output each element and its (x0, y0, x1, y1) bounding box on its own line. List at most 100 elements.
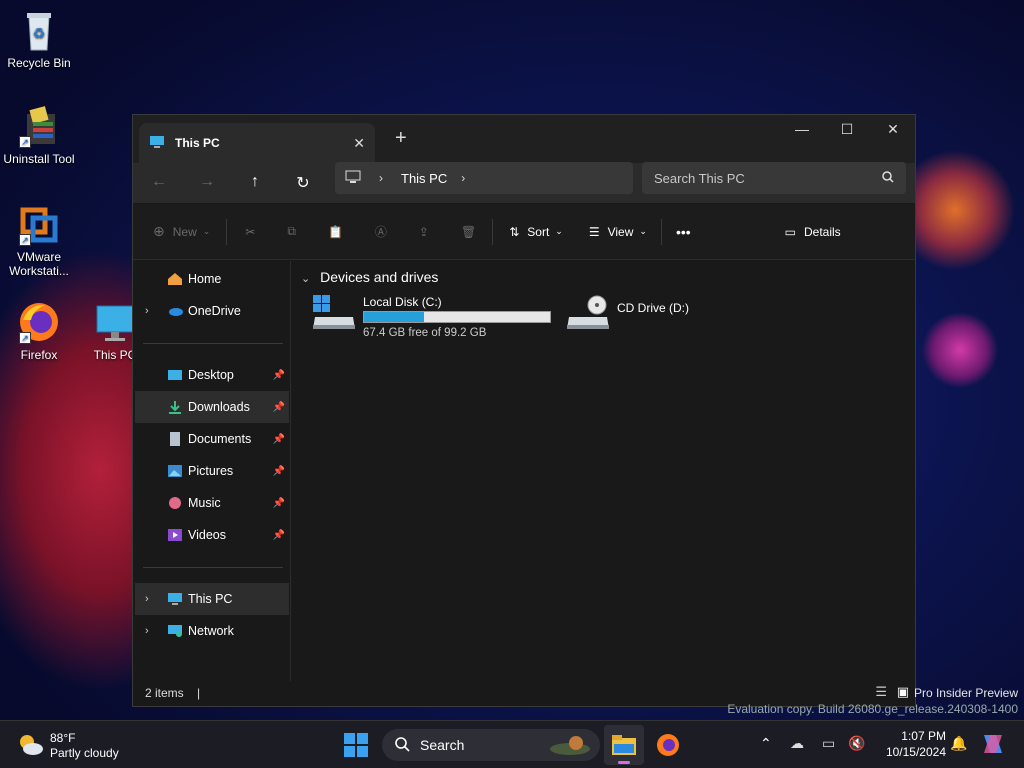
sort-button[interactable]: ⇅ Sort ⌄ (509, 225, 563, 239)
network-status-icon[interactable]: ▭ (822, 735, 835, 752)
file-explorer-window: This PC ✕ + — ☐ ✕ ← → ↑ ↻ › This PC › Se… (132, 114, 916, 707)
share-icon[interactable]: ⇪ (419, 225, 429, 239)
command-bar: ⊕ New ⌄ ✂ ⧉ 📋 Ⓐ ⇪ 🗑 ⇅ Sort ⌄ ☰ View ⌄ ••… (133, 204, 915, 260)
title-bar: This PC ✕ + — ☐ ✕ (133, 115, 915, 163)
close-tab-icon[interactable]: ✕ (353, 135, 365, 152)
onedrive-offline-icon[interactable]: ☁ (790, 735, 804, 752)
view-button[interactable]: ☰ View ⌄ (589, 225, 647, 239)
minimize-button[interactable]: — (787, 121, 817, 137)
sidebar-item-pictures[interactable]: Pictures 📌 (135, 455, 289, 487)
desktop-icon-firefox[interactable]: ↗ Firefox (0, 300, 78, 362)
details-view-icon[interactable]: ☰ (875, 684, 887, 700)
up-button[interactable]: ↑ (243, 173, 267, 191)
watermark-edition: Pro Insider Preview (913, 686, 1018, 700)
show-hidden-icons-chevron-icon[interactable]: ⌃ (760, 735, 772, 752)
start-button[interactable] (344, 733, 368, 760)
chevron-right-icon[interactable]: › (145, 305, 149, 317)
copy-icon[interactable]: ⧉ (287, 224, 296, 239)
copilot-icon[interactable] (980, 731, 1006, 760)
sidebar-item-documents[interactable]: Documents 📌 (135, 423, 289, 455)
desktop-icon-label: Firefox (20, 348, 58, 362)
monitor-icon (149, 135, 165, 152)
taskbar-search[interactable]: Search (382, 729, 600, 761)
chevron-right-icon[interactable]: › (145, 625, 149, 637)
sidebar-item-downloads[interactable]: Downloads 📌 (135, 391, 289, 423)
large-icons-view-icon[interactable]: ▣ (897, 684, 909, 700)
recycle-bin-icon: ♻ (17, 8, 61, 52)
sidebar-item-videos[interactable]: Videos 📌 (135, 519, 289, 551)
paste-icon[interactable]: 📋 (328, 225, 343, 239)
weather-widget[interactable]: 88°F Partly cloudy (16, 729, 136, 763)
pictures-icon (167, 464, 183, 478)
desktop-icon-uninstall-tool[interactable]: ↗ Uninstall Tool (0, 104, 78, 166)
pin-icon[interactable]: 📌 (273, 370, 285, 381)
sidebar-item-this-pc[interactable]: › This PC (135, 583, 289, 615)
desktop-icon-label: Uninstall Tool (3, 152, 75, 166)
drive-local-disk-c[interactable]: Local Disk (C:) 67.4 GB free of 99.2 GB (313, 295, 553, 343)
desktop-icon-label: VMware Workstati... (9, 250, 69, 278)
pin-icon[interactable]: 📌 (273, 530, 285, 541)
sidebar-item-network[interactable]: › Network (135, 615, 289, 647)
view-button-label: View (607, 224, 634, 239)
search-input[interactable]: Search This PC (654, 171, 882, 186)
this-pc-icon (167, 592, 183, 606)
cut-icon[interactable]: ✂ (245, 225, 255, 239)
svg-text:♻: ♻ (33, 25, 46, 41)
notification-bell-icon[interactable]: 🔔 (950, 735, 967, 752)
more-options-button[interactable]: ••• (676, 224, 691, 240)
details-button-label: Details (804, 224, 841, 239)
chevron-right-icon[interactable]: › (379, 171, 383, 185)
refresh-button[interactable]: ↻ (291, 173, 315, 193)
taskbar-file-explorer[interactable] (604, 725, 644, 765)
search-box[interactable]: Search This PC (642, 162, 906, 194)
network-icon (167, 624, 183, 638)
desktop-icon-vmware[interactable]: ↗ VMware Workstati... (0, 202, 78, 278)
taskbar-firefox[interactable] (656, 733, 680, 760)
pin-icon[interactable]: 📌 (273, 434, 285, 445)
chevron-down-icon[interactable]: ⌄ (301, 273, 310, 285)
volume-muted-icon[interactable]: 🔇 (848, 735, 865, 752)
sidebar-item-desktop[interactable]: Desktop 📌 (135, 359, 289, 391)
back-button[interactable]: ← (147, 173, 171, 191)
sidebar-item-onedrive[interactable]: › OneDrive (135, 295, 289, 327)
close-window-button[interactable]: ✕ (878, 121, 908, 138)
maximize-button[interactable]: ☐ (832, 121, 862, 138)
desktop-folder-icon (167, 368, 183, 382)
folder-icon (612, 735, 636, 755)
sidebar-item-music[interactable]: Music 📌 (135, 487, 289, 519)
new-button[interactable]: ⊕ New ⌄ (153, 223, 210, 240)
toolbar-divider (492, 218, 494, 245)
desktop-icon-label: Recycle Bin (7, 56, 71, 70)
chevron-down-icon: ⌄ (202, 226, 211, 236)
sidebar-item-label: Network (188, 624, 234, 638)
forward-button[interactable]: → (195, 173, 219, 191)
plus-circle-icon: ⊕ (153, 223, 165, 239)
pin-icon[interactable]: 📌 (273, 402, 285, 413)
details-button[interactable]: ▭ Details (785, 225, 841, 239)
pin-icon[interactable]: 📌 (273, 498, 285, 509)
search-highlight-icon (548, 733, 592, 760)
clock-time[interactable]: 1:07 PM (882, 729, 946, 743)
breadcrumb[interactable]: › This PC › (335, 162, 633, 194)
drive-cd-d[interactable]: CD Drive (D:) (567, 295, 727, 343)
rename-icon[interactable]: Ⓐ (375, 223, 387, 240)
pin-icon[interactable]: 📌 (273, 466, 285, 477)
sidebar-item-label: Music (188, 496, 221, 510)
storage-usage-fill (364, 312, 424, 322)
desktop-icon-recycle-bin[interactable]: ♻ Recycle Bin (0, 8, 78, 70)
weather-desc: Partly cloudy (50, 746, 119, 760)
delete-icon[interactable]: 🗑 (461, 225, 476, 239)
breadcrumb-item[interactable]: This PC (401, 171, 447, 186)
videos-icon (167, 528, 183, 542)
chevron-right-icon[interactable]: › (145, 593, 149, 605)
new-tab-button[interactable]: + (395, 127, 407, 150)
tab-this-pc[interactable]: This PC ✕ (139, 123, 375, 163)
chevron-right-icon[interactable]: › (461, 171, 465, 185)
sidebar-item-label: This PC (188, 592, 233, 606)
group-header-devices[interactable]: ⌄ Devices and drives (301, 269, 438, 285)
monitor-icon (93, 300, 137, 344)
watermark-build: Evaluation copy. Build 26080.ge_release.… (727, 702, 1018, 716)
new-button-label: New (172, 224, 197, 239)
clock-date[interactable]: 10/15/2024 (876, 745, 946, 759)
sidebar-item-home[interactable]: Home (135, 263, 289, 295)
